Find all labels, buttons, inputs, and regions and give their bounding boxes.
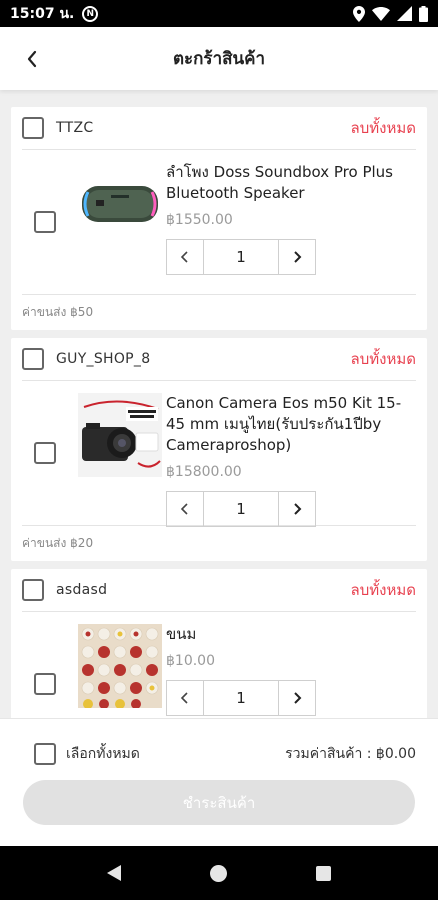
shop-name: TTZC [56, 120, 94, 136]
shop-name: GUY_SHOP_8 [56, 351, 151, 367]
quantity-stepper: 1 [166, 680, 316, 716]
chevron-right-icon [294, 251, 302, 263]
nav-home-icon[interactable] [209, 864, 227, 882]
select-all-label[interactable]: เลือกทั้งหมด [66, 743, 140, 765]
product-image-camera[interactable] [78, 393, 162, 477]
chevron-left-icon [180, 503, 188, 515]
wifi-icon [372, 6, 390, 21]
shop-checkbox[interactable] [22, 117, 44, 139]
product-price: ฿15800.00 [166, 464, 242, 480]
cart-list[interactable]: TTZC ลบทั้งหมด ลำโพง Doss Soundbox Pro P… [0, 90, 438, 718]
nav-recents-icon[interactable] [316, 865, 332, 881]
quantity-stepper: 1 [166, 239, 316, 275]
product-price: ฿1550.00 [166, 212, 233, 228]
app-header: ตะกร้าสินค้า [0, 27, 438, 90]
chevron-left-icon [180, 692, 188, 704]
quantity-value[interactable]: 1 [204, 492, 278, 526]
checkout-bar: เลือกทั้งหมด รวมค่าสินค้า : ฿0.00 ชำระสิ… [0, 718, 438, 846]
delete-all-button[interactable]: ลบทั้งหมด [351, 116, 416, 140]
shipping-fee: ค่าขนส่ง ฿20 [22, 525, 416, 561]
shop-name: asdasd [56, 582, 108, 598]
system-nav-bar [0, 846, 438, 900]
status-bar: 15:07 น. N [0, 0, 438, 27]
shop-header: GUY_SHOP_8 ลบทั้งหมด [22, 338, 416, 381]
quantity-value[interactable]: 1 [204, 681, 278, 715]
cart-item: ขนม ฿10.00 1 [11, 612, 427, 718]
decrease-button[interactable] [167, 681, 204, 715]
signal-icon [397, 6, 412, 21]
page-title: ตะกร้าสินค้า [172, 49, 266, 69]
nav-back-icon[interactable] [106, 865, 121, 881]
shop-header: TTZC ลบทั้งหมด [22, 107, 416, 150]
delete-all-button[interactable]: ลบทั้งหมด [351, 347, 416, 371]
status-time: 15:07 น. [10, 5, 75, 22]
quantity-value[interactable]: 1 [204, 240, 278, 274]
chevron-right-icon [294, 692, 302, 704]
delete-all-button[interactable]: ลบทั้งหมด [351, 578, 416, 602]
cart-item: ลำโพง Doss Soundbox Pro Plus Bluetooth S… [11, 150, 427, 294]
chevron-right-icon [294, 503, 302, 515]
shop-card: GUY_SHOP_8 ลบทั้งหมด Canon Camera Eos m5 [11, 338, 427, 561]
shop-card: TTZC ลบทั้งหมด ลำโพง Doss Soundbox Pro P… [11, 107, 427, 330]
cart-total: รวมค่าสินค้า : ฿0.00 [285, 746, 416, 762]
product-image-snack[interactable] [78, 624, 162, 708]
back-button[interactable] [18, 45, 46, 73]
product-name[interactable]: ลำโพง Doss Soundbox Pro Plus Bluetooth S… [166, 162, 410, 204]
increase-button[interactable] [278, 492, 315, 526]
notification-icon: N [82, 5, 99, 22]
battery-icon [419, 5, 428, 22]
chevron-left-icon [27, 50, 37, 68]
product-image-speaker[interactable] [78, 162, 162, 246]
location-icon [353, 5, 365, 22]
shop-card: asdasd ลบทั้งหมด ขนม ฿10.00 1 [11, 569, 427, 718]
decrease-button[interactable] [167, 240, 204, 274]
decrease-button[interactable] [167, 492, 204, 526]
shop-header: asdasd ลบทั้งหมด [22, 569, 416, 612]
cart-item: Canon Camera Eos m50 Kit 15-45 mm เมนูไท… [11, 381, 427, 527]
chevron-left-icon [180, 251, 188, 263]
shipping-fee: ค่าขนส่ง ฿50 [22, 294, 416, 330]
shop-checkbox[interactable] [22, 348, 44, 370]
quantity-stepper: 1 [166, 491, 316, 527]
checkout-button[interactable]: ชำระสินค้า [23, 780, 415, 825]
select-all-checkbox[interactable] [34, 743, 56, 765]
item-checkbox[interactable] [34, 673, 56, 695]
increase-button[interactable] [278, 681, 315, 715]
product-name[interactable]: ขนม [166, 624, 410, 645]
product-name[interactable]: Canon Camera Eos m50 Kit 15-45 mm เมนูไท… [166, 393, 410, 456]
increase-button[interactable] [278, 240, 315, 274]
shop-checkbox[interactable] [22, 579, 44, 601]
item-checkbox[interactable] [34, 211, 56, 233]
item-checkbox[interactable] [34, 442, 56, 464]
product-price: ฿10.00 [166, 653, 215, 669]
